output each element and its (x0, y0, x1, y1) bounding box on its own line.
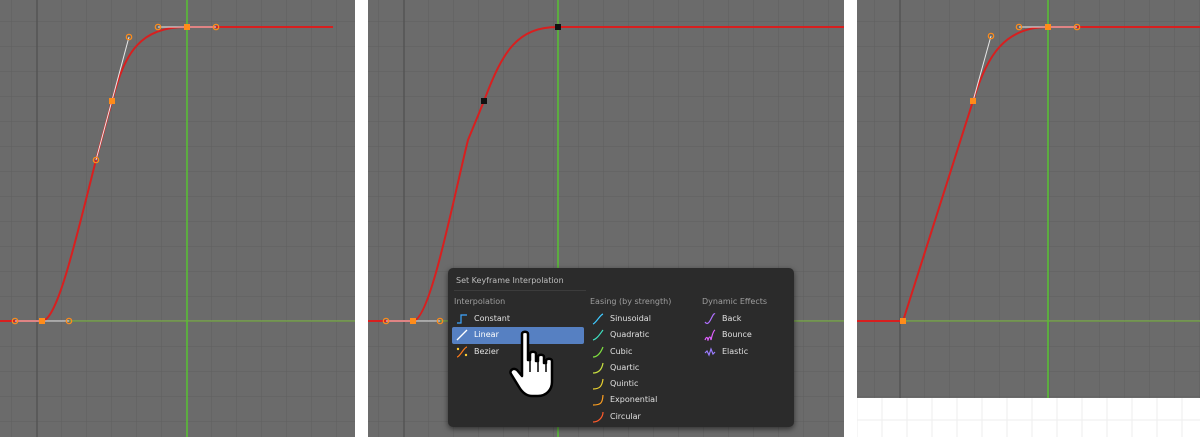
graph-editor-canvas-1[interactable] (0, 0, 355, 437)
graph-editor-panel-1[interactable] (0, 0, 355, 437)
linear-icon (456, 329, 468, 341)
menu-item-quadratic[interactable]: Quadratic (588, 327, 698, 343)
menu-item-label: Elastic (722, 346, 749, 356)
menu-item-label: Linear (474, 330, 499, 340)
menu-title-separator (454, 290, 586, 291)
quartic-icon (592, 362, 604, 374)
bounce-icon (704, 329, 716, 342)
keyframe-point-selected[interactable] (555, 24, 561, 30)
constant-icon (457, 314, 467, 324)
menu-title: Set Keyframe Interpolation (456, 276, 564, 285)
menu-item-quintic[interactable]: Quintic (588, 376, 698, 392)
menu-item-label: Quartic (610, 362, 640, 372)
menu-item-label: Exponential (610, 395, 658, 405)
easing-section: Easing (by strength) Sinusoidal Quadrati… (588, 297, 698, 425)
menu-item-quartic[interactable]: Quartic (588, 360, 698, 376)
graph-editor-panel-3[interactable] (857, 0, 1200, 437)
menu-item-constant[interactable]: Constant (452, 311, 584, 327)
quintic-icon (592, 379, 604, 390)
menu-item-label: Bezier (474, 346, 500, 356)
menu-item-elastic[interactable]: Elastic (700, 344, 790, 360)
menu-item-exponential[interactable]: Exponential (588, 392, 698, 408)
menu-item-back[interactable]: Back (700, 311, 790, 327)
menu-item-label: Sinusoidal (610, 314, 651, 323)
hand-pointer-cursor-icon (509, 330, 554, 398)
elastic-icon (704, 346, 716, 357)
circular-icon (592, 411, 604, 423)
sinusoidal-icon (592, 313, 604, 325)
section-header-interpolation: Interpolation (454, 297, 506, 306)
set-keyframe-interpolation-menu[interactable]: Set Keyframe Interpolation Interpolation… (448, 268, 794, 427)
grid-background (857, 0, 1200, 437)
grid-background (0, 0, 355, 437)
menu-item-circular[interactable]: Circular (588, 409, 698, 425)
menu-item-label: Back (722, 314, 742, 323)
section-header-easing: Easing (by strength) (590, 297, 672, 306)
back-icon (704, 313, 716, 325)
cubic-icon (592, 346, 604, 358)
graph-editor-canvas-3[interactable] (857, 0, 1200, 437)
keyframe-point-selected[interactable] (481, 98, 487, 104)
section-header-dynamic-effects: Dynamic Effects (702, 297, 768, 306)
keyframe-point[interactable] (410, 318, 416, 324)
menu-item-label: Constant (474, 314, 510, 323)
quadratic-icon (592, 329, 604, 341)
dynamic-effects-section: Dynamic Effects Back Bounce Elastic (700, 297, 790, 360)
menu-item-label: Quadratic (610, 330, 650, 340)
menu-item-bounce[interactable]: Bounce (700, 327, 790, 343)
menu-item-label: Cubic (610, 346, 633, 356)
exponential-icon (592, 395, 604, 407)
menu-item-label: Bounce (722, 330, 752, 340)
menu-item-label: Circular (610, 411, 641, 421)
menu-item-sinusoidal[interactable]: Sinusoidal (588, 311, 698, 327)
bezier-icon (456, 345, 468, 358)
cropped-bottom-area (857, 398, 1200, 437)
menu-item-label: Quintic (610, 379, 639, 389)
menu-item-cubic[interactable]: Cubic (588, 344, 698, 360)
